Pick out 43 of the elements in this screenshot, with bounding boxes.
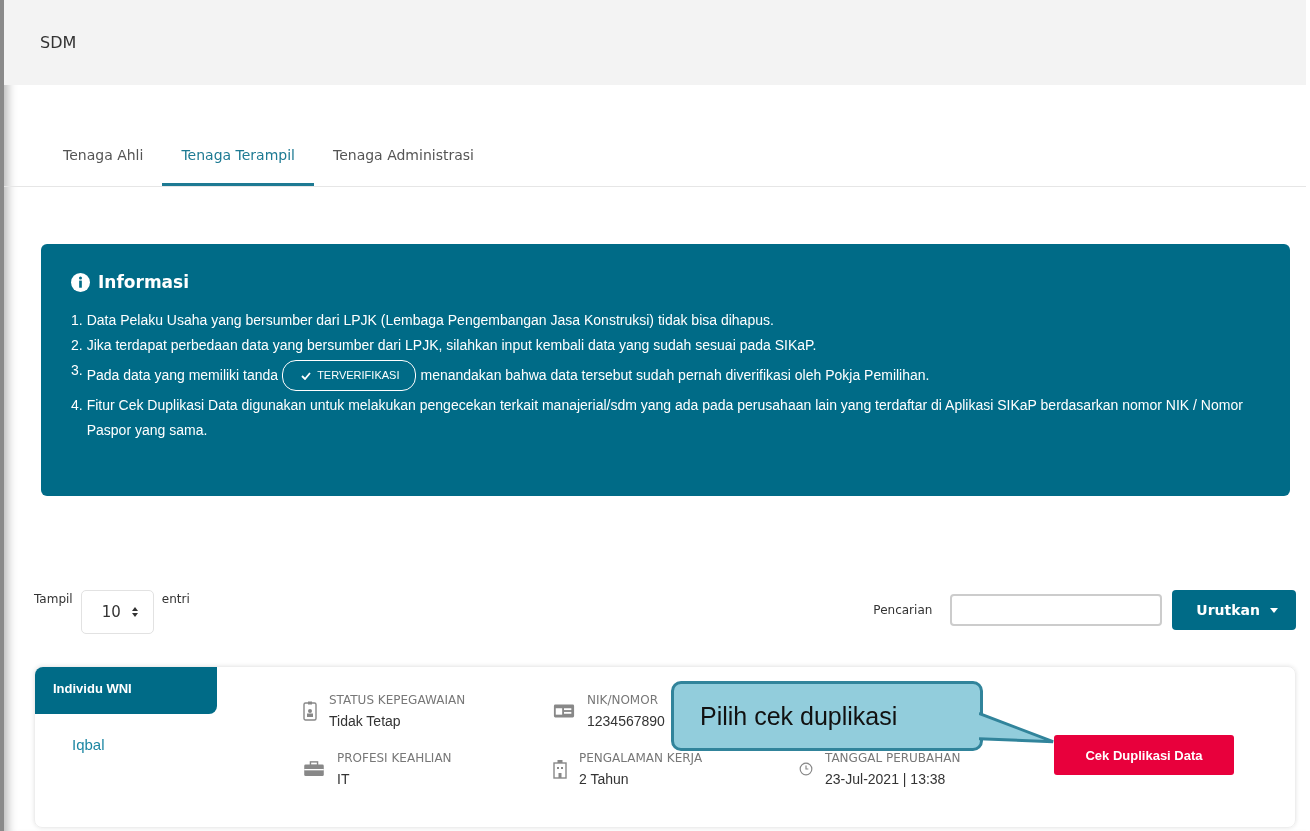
field-value: IT <box>337 771 351 787</box>
callout-text: Pilih cek duplikasi <box>700 701 898 731</box>
info-icon <box>71 272 90 292</box>
page-title: SDM <box>40 33 77 52</box>
field-label: TANGGAL PERUBAHAN <box>825 751 961 765</box>
field-value: 2 Tahun <box>579 771 630 787</box>
field-value: 23-Jul-2021 | 13:38 <box>825 771 947 787</box>
search-label: Pencarian <box>873 603 933 617</box>
check-icon <box>301 371 312 380</box>
search-field[interactable] <box>950 594 1163 626</box>
list-number: 1. <box>71 311 83 330</box>
page-size-select[interactable]: 10 <box>80 590 154 634</box>
field-label: PROFESI KEAHLIAN <box>337 751 452 765</box>
sort-button[interactable]: Urutkan <box>1172 590 1296 630</box>
caret-icon <box>1270 607 1278 613</box>
info-title: Informasi <box>98 272 190 292</box>
briefcase-icon <box>303 761 325 777</box>
check-duplicate-button[interactable]: Cek Duplikasi Data <box>1054 735 1234 775</box>
field-label: NIK/NOMOR <box>587 693 659 707</box>
show-label: Tampil <box>34 592 73 606</box>
info-text: Data Pelaku Usaha yang bersumber dari LPJK (Lembaga Pengembangan Jasa Konstruksi) tidak bisa dihapus. <box>86 311 774 330</box>
info-text: Fitur Cek Duplikasi Data digunakan untuk melakukan pengecekan terkait manajerial/sdm yang ada pada perusahaan lain yang terdaftar di Aplikasi SIKaP berdasarkan nomor NIK / Nomor Paspor yang sama. <box>86 396 1244 440</box>
record-type-label: Individu WNI <box>35 667 217 714</box>
tab[interactable]: Tenaga Administrasi <box>314 135 493 186</box>
spinner-arrows-icon <box>130 606 139 618</box>
list-number: 4. <box>71 396 83 415</box>
info-text: Pada data yang memiliki tanda <box>86 366 279 385</box>
list-number: 3. <box>71 361 83 380</box>
tab[interactable]: Tenaga Ahli <box>44 135 163 186</box>
list-number: 2. <box>71 336 83 355</box>
id-badge-icon <box>303 701 317 721</box>
badge-label: TERVERIFIKASI <box>317 368 400 383</box>
id-card-icon <box>553 703 575 719</box>
building-icon <box>553 759 567 779</box>
info-text: menandakan bahwa data tersebut sudah pernah diverifikasi oleh Pokja Pemilihan. <box>420 366 930 385</box>
tab[interactable]: Tenaga Terampil <box>162 135 314 186</box>
field-label: PENGALAMAN KERJA <box>579 751 703 765</box>
entries-label: entri <box>161 592 190 606</box>
field-value: 1234567890 <box>587 713 665 729</box>
record-name[interactable]: Iqbal <box>35 714 217 753</box>
field-label: STATUS KEPEGAWAIAN <box>329 693 466 707</box>
info-text: Jika terdapat perbedaan data yang bersumber dari LPJK, silahkan input kembali data yang sudah sesuai pada SIKaP. <box>86 336 817 355</box>
field-value: Tidak Tetap <box>329 713 402 729</box>
